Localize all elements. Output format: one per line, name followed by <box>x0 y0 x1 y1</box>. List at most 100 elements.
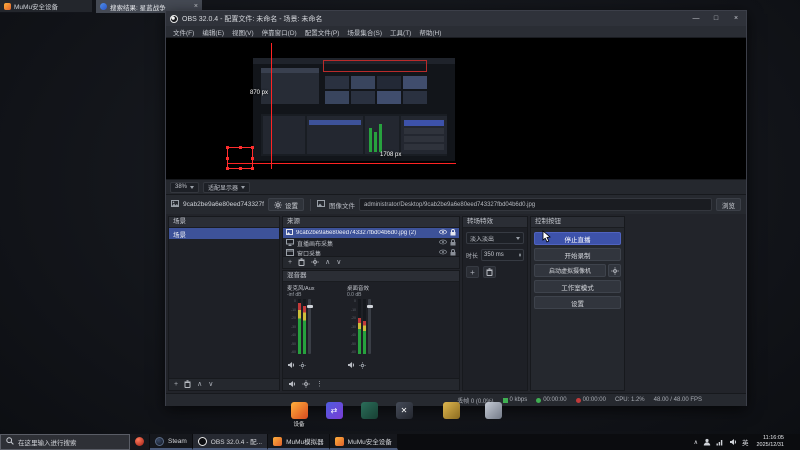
taskbar-app-obs[interactable]: OBS 32.0.4 - 配... <box>192 434 269 450</box>
menu-item-edit[interactable]: 编辑(E) <box>198 27 228 37</box>
browse-button[interactable]: 浏览 <box>716 198 741 211</box>
desktop-icon[interactable] <box>480 402 506 432</box>
taskbar-search-box[interactable]: 在这里输入进行搜索 <box>0 434 130 450</box>
zoom-select[interactable]: 38% <box>170 181 200 193</box>
menu-item-help[interactable]: 帮助(H) <box>415 27 445 37</box>
source-selection-box[interactable] <box>226 146 254 170</box>
scenes-dock-title[interactable]: 场景 <box>169 217 279 228</box>
sources-list[interactable]: 9cab2be9a6e80eed743327fbd04b6d0.jpg (2) … <box>283 228 459 256</box>
controls-dock-title[interactable]: 控制按钮 <box>531 217 624 228</box>
desktop-icon[interactable]: ✕ <box>391 402 417 432</box>
desktop-icon[interactable]: ⇄ <box>321 402 347 432</box>
preview-canvas[interactable]: 870 px 1708 px <box>166 38 746 179</box>
source-move-down-button[interactable]: ∨ <box>336 259 341 266</box>
window-fragment-mumu-security[interactable]: MuMu安全设备 <box>0 0 92 13</box>
slider-knob[interactable] <box>366 305 373 308</box>
source-move-up-button[interactable]: ∧ <box>325 259 330 266</box>
menu-item-view[interactable]: 视图(V) <box>228 27 258 37</box>
source-properties-button[interactable] <box>311 257 319 268</box>
gear-icon[interactable] <box>302 379 310 390</box>
scene-name: 场景 <box>173 231 186 239</box>
menu-item-file[interactable]: 文件(F) <box>169 27 198 37</box>
source-settings-button[interactable]: 设置 <box>267 198 304 211</box>
maximize-button[interactable]: □ <box>708 15 724 22</box>
fit-display-select[interactable]: 适配显示器 <box>203 181 251 193</box>
scenes-list[interactable]: 场景 <box>169 228 279 378</box>
user-person-icon[interactable] <box>703 433 711 450</box>
transition-select[interactable]: 淡入淡出 <box>466 232 524 244</box>
mixer-menu-kebab-icon[interactable]: ⋮ <box>316 381 323 388</box>
taskbar-app-mumu-security[interactable]: MuMu安全设备 <box>329 434 398 450</box>
speaker-icon[interactable] <box>288 380 296 390</box>
start-virtual-camera-button[interactable]: 启动虚拟摄像机 <box>534 264 606 277</box>
lock-icon[interactable] <box>450 238 456 248</box>
minimize-button[interactable]: — <box>688 15 704 22</box>
tab-close-icon[interactable]: × <box>192 3 198 10</box>
resize-handle[interactable] <box>251 146 254 149</box>
ime-indicator[interactable]: 英 <box>742 437 749 447</box>
gear-icon[interactable] <box>299 356 306 374</box>
scene-list-item[interactable]: 场景 <box>169 228 279 239</box>
menu-item-scene-collection[interactable]: 场景集合(S) <box>343 27 386 37</box>
eye-icon[interactable] <box>438 239 448 247</box>
taskbar-app-mumu-emulator[interactable]: MuMu模拟器 <box>268 434 330 450</box>
desktop-icon[interactable] <box>438 402 464 432</box>
gear-icon[interactable] <box>359 356 366 374</box>
taskbar-app-steam[interactable]: Steam <box>150 434 193 450</box>
source-list-item[interactable]: 9cab2be9a6e80eed743327fbd04b6d0.jpg (2) <box>283 228 459 238</box>
desktop-icon[interactable] <box>356 402 382 432</box>
virtual-camera-settings-button[interactable] <box>608 264 621 277</box>
studio-mode-button[interactable]: 工作室模式 <box>534 280 621 293</box>
add-scene-button[interactable]: + <box>174 381 178 388</box>
resize-handle[interactable] <box>239 167 242 170</box>
eye-icon[interactable] <box>438 249 448 256</box>
scene-move-down-button[interactable]: ∨ <box>208 381 213 388</box>
desktop-icon-device[interactable]: 设备 <box>286 402 312 432</box>
menu-item-docks[interactable]: 停靠窗口(D) <box>258 27 301 37</box>
speaker-icon[interactable] <box>287 356 295 374</box>
taskbar-clock[interactable]: 11:16:05 2025/12/31 <box>753 435 787 449</box>
remove-source-button[interactable] <box>298 257 305 268</box>
eye-icon[interactable] <box>438 229 448 237</box>
add-transition-button[interactable]: + <box>466 266 479 278</box>
close-button[interactable]: × <box>728 15 744 22</box>
desktop-app-icon: ⇄ <box>325 402 343 419</box>
resize-handle[interactable] <box>226 167 229 170</box>
add-source-button[interactable]: + <box>288 259 292 266</box>
transitions-dock-title[interactable]: 转场特效 <box>463 217 527 228</box>
slider-knob[interactable] <box>306 305 313 308</box>
network-icon[interactable] <box>716 433 724 450</box>
lock-icon[interactable] <box>450 228 456 238</box>
resize-handle[interactable] <box>239 146 242 149</box>
source-list-item[interactable]: 窗口采集 <box>283 248 459 256</box>
source-list-item[interactable]: 直播画布采集 <box>283 238 459 248</box>
resize-handle[interactable] <box>251 157 254 160</box>
transition-duration-input[interactable]: 350 ms ▴ ▾ <box>481 249 524 261</box>
volume-slider[interactable] <box>306 299 313 354</box>
image-file-path-input[interactable]: administrator/Desktop/9cab2be9a6e80eed74… <box>358 198 712 211</box>
system-tray: ∧ 英 11:16:05 2025/12/31 <box>690 434 800 450</box>
menu-item-profile[interactable]: 配置文件(P) <box>301 27 344 37</box>
obs-titlebar[interactable]: OBS 32.0.4 - 配置文件: 未命名 - 场景: 未命名 — □ × <box>166 11 746 26</box>
scene-move-up-button[interactable]: ∧ <box>197 381 202 388</box>
lock-icon[interactable] <box>450 248 456 257</box>
speaker-icon[interactable] <box>347 356 355 374</box>
remove-scene-button[interactable] <box>184 379 191 390</box>
thumb-block <box>404 144 444 150</box>
hidden-icons-chevron[interactable]: ∧ <box>694 439 698 446</box>
speaker-icon[interactable] <box>729 433 737 450</box>
settings-button[interactable]: 设置 <box>534 296 621 309</box>
gear-icon <box>311 257 319 266</box>
sources-dock-title[interactable]: 来源 <box>283 217 459 228</box>
preview-image-source[interactable] <box>253 58 455 161</box>
spinner-arrows-icon[interactable]: ▴ ▾ <box>519 251 521 258</box>
start-recording-button[interactable]: 开始录制 <box>534 248 621 261</box>
resize-handle[interactable] <box>226 157 229 160</box>
volume-slider[interactable] <box>366 299 373 354</box>
menu-item-tools[interactable]: 工具(T) <box>386 27 415 37</box>
resize-handle[interactable] <box>251 167 254 170</box>
taskbar-pinned-app[interactable] <box>130 434 150 450</box>
mixer-dock-title[interactable]: 混音器 <box>283 271 459 282</box>
remove-transition-button[interactable] <box>483 266 496 278</box>
resize-handle[interactable] <box>226 146 229 149</box>
